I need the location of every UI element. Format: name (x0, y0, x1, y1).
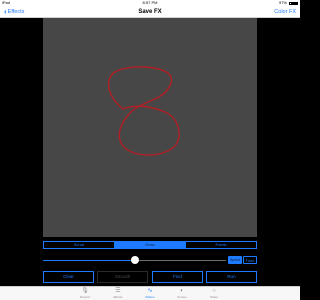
clear-button[interactable]: Clear (43, 271, 94, 283)
mode-segmented-control: Scrub Draw Points (43, 241, 257, 249)
screen: iPad 8:57 PM 97% ‹ Effects Save FX Color… (0, 0, 300, 300)
battery-icon (289, 1, 298, 5)
tab-motion-label: Motion (145, 295, 155, 299)
tab-screen-label: Screen (177, 295, 187, 299)
drawing-canvas[interactable] (43, 18, 257, 237)
drawn-figure-eight-path (107, 66, 180, 156)
back-button-label: Effects (7, 9, 25, 15)
run-button[interactable]: Run (206, 271, 257, 283)
color-fx-button[interactable]: Color FX (274, 6, 296, 18)
back-button[interactable]: ‹ Effects (4, 6, 24, 18)
page-title: Save FX (138, 9, 162, 15)
speed-slider[interactable] (43, 256, 226, 264)
speed-button[interactable]: Speed (228, 256, 242, 264)
sliders-icon: ☰ (115, 288, 121, 294)
smooth-button[interactable]: Smooth (97, 271, 148, 283)
tab-motion[interactable]: ∿ Motion (135, 288, 165, 300)
slider-track-empty (135, 259, 226, 261)
dial-icon: ◐ (180, 288, 184, 294)
circle-icon: ○ (212, 288, 216, 294)
find-button[interactable]: Find (152, 271, 203, 283)
tab-record-label: Record (80, 295, 90, 299)
navigation-bar: ‹ Effects Save FX Color FX (0, 6, 300, 18)
action-button-row: Clear Smooth Find Run (43, 271, 257, 283)
slider-thumb[interactable] (131, 256, 139, 264)
tab-effects-label: Effects (113, 295, 123, 299)
tab-share[interactable]: ○ Share (199, 288, 229, 300)
tab-effects[interactable]: ☰ Effects (103, 288, 133, 300)
slider-track-filled (43, 259, 135, 261)
tab-record[interactable]: 🎙︎ Record (70, 288, 100, 300)
tab-screen[interactable]: ◐ Screen (167, 288, 197, 300)
segment-scrub[interactable]: Scrub (44, 242, 115, 248)
microphone-icon: 🎙︎ (81, 288, 89, 294)
fixed-button[interactable]: Fixed (243, 256, 257, 264)
waveform-icon: ∿ (147, 288, 153, 294)
tab-share-label: Share (209, 295, 218, 299)
drawn-path-layer (107, 66, 180, 156)
segment-points[interactable]: Points (186, 242, 256, 248)
chevron-left-icon: ‹ (4, 7, 7, 16)
tab-bar: 🎙︎ Record ☰ Effects ∿ Motion ◐ Screen ○ … (0, 286, 300, 300)
segment-draw[interactable]: Draw (115, 242, 186, 248)
